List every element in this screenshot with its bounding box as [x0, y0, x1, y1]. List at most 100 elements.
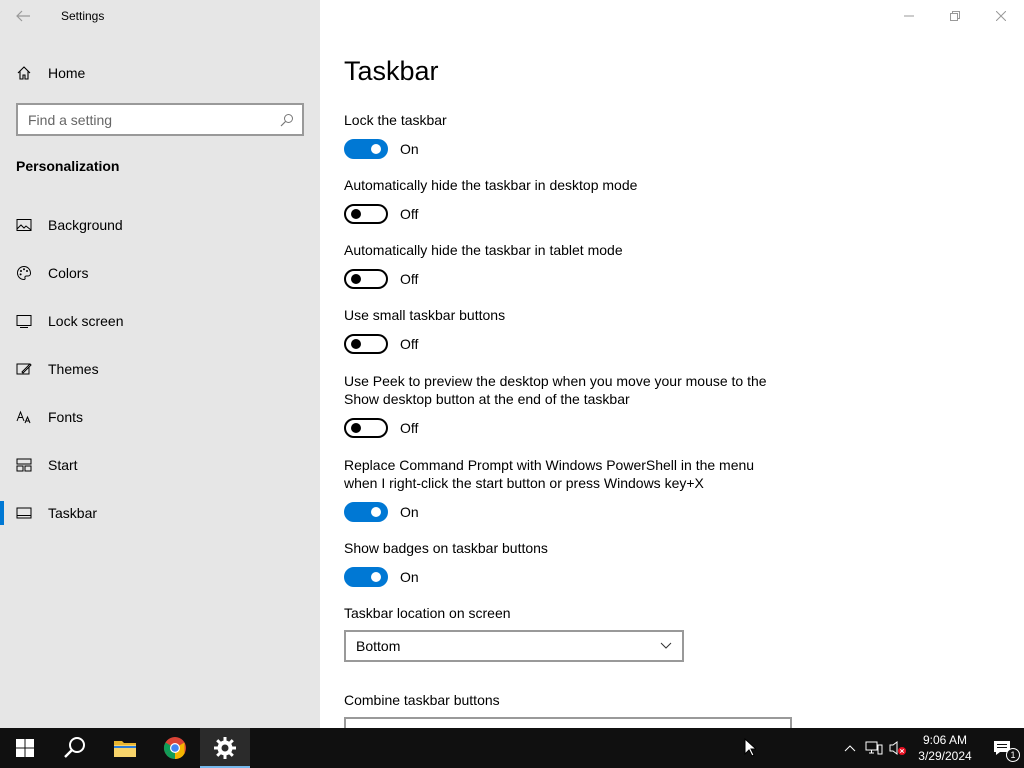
folder-icon — [114, 741, 136, 757]
autohide-desktop-toggle[interactable] — [344, 204, 388, 224]
toggle-state: On — [400, 504, 419, 520]
setting-label: Automatically hide the taskbar in deskto… — [344, 177, 638, 193]
search-input[interactable]: Find a setting — [28, 112, 280, 128]
start-button[interactable] — [0, 728, 50, 768]
home-icon — [0, 65, 48, 81]
chevron-up-icon — [844, 745, 856, 752]
setting-small-buttons: Use small taskbar buttons Off — [344, 306, 784, 354]
sidebar-item-start[interactable]: Start — [0, 441, 320, 489]
sidebar-item-fonts[interactable]: Fonts — [0, 393, 320, 441]
setting-label: Use Peek to preview the desktop when you… — [344, 373, 767, 407]
dropdown-value: Bottom — [356, 638, 401, 654]
window-controls — [886, 0, 1024, 32]
network-icon — [865, 741, 883, 755]
back-arrow-icon — [16, 10, 30, 22]
taskbar: 9:06 AM 3/29/2024 1 — [0, 728, 1024, 768]
setting-label: Automatically hide the taskbar in tablet… — [344, 242, 623, 258]
nav-home[interactable]: Home — [0, 57, 320, 89]
app-title: Settings — [61, 9, 105, 23]
setting-label: Lock the taskbar — [344, 112, 447, 128]
main-content: Taskbar Lock the taskbar On Automaticall… — [320, 0, 1024, 728]
sidebar-item-label: Themes — [48, 361, 99, 377]
minimize-button[interactable] — [886, 0, 932, 32]
clock[interactable]: 9:06 AM 3/29/2024 — [910, 732, 980, 764]
toggle-state: On — [400, 141, 419, 157]
sidebar-item-label: Lock screen — [48, 313, 124, 329]
close-button[interactable] — [978, 0, 1024, 32]
setting-lock-taskbar: Lock the taskbar On — [344, 111, 784, 159]
settings-taskbar-button[interactable] — [200, 728, 250, 768]
badges-toggle[interactable] — [344, 567, 388, 587]
notification-badge: 1 — [1006, 748, 1020, 762]
sidebar-item-label: Fonts — [48, 409, 84, 425]
autohide-tablet-toggle[interactable] — [344, 269, 388, 289]
clock-date: 3/29/2024 — [918, 749, 972, 763]
system-tray: 9:06 AM 3/29/2024 1 — [838, 728, 1024, 768]
volume-button[interactable] — [886, 728, 910, 768]
nav-list: Background Colors Lock screen Themes Fon… — [0, 201, 320, 537]
setting-badges: Show badges on taskbar buttons On — [344, 539, 784, 587]
toggle-state: Off — [400, 336, 419, 352]
sidebar-item-lock-screen[interactable]: Lock screen — [0, 297, 320, 345]
peek-toggle[interactable] — [344, 418, 388, 438]
search-box[interactable]: Find a setting — [16, 103, 304, 136]
toggle-state: Off — [400, 271, 419, 287]
sidebar-item-label: Start — [48, 457, 78, 473]
sidebar-item-background[interactable]: Background — [0, 201, 320, 249]
chrome-button[interactable] — [150, 728, 200, 768]
small-buttons-toggle[interactable] — [344, 334, 388, 354]
powershell-toggle[interactable] — [344, 502, 388, 522]
setting-label: Use small taskbar buttons — [344, 307, 506, 323]
toggle-state: On — [400, 569, 419, 585]
windows-logo-icon — [16, 739, 34, 757]
setting-autohide-desktop: Automatically hide the taskbar in deskto… — [344, 176, 784, 224]
page-title: Taskbar — [344, 56, 439, 86]
location-dropdown[interactable]: Bottom — [344, 630, 684, 662]
setting-peek: Use Peek to preview the desktop when you… — [344, 372, 774, 438]
setting-label: Taskbar location on screen — [344, 605, 511, 621]
sidebar-item-label: Background — [48, 217, 123, 233]
image-icon — [0, 217, 48, 233]
setting-location: Taskbar location on screen Bottom — [344, 604, 784, 662]
close-icon — [996, 11, 1006, 21]
setting-label: Combine taskbar buttons — [344, 692, 500, 708]
search-icon — [280, 113, 293, 126]
setting-label: Show badges on taskbar buttons — [344, 540, 548, 556]
title-bar: Settings — [0, 0, 320, 32]
palette-icon — [0, 265, 48, 281]
volume-muted-icon — [889, 741, 906, 755]
lock-screen-icon — [0, 313, 48, 329]
sidebar-item-colors[interactable]: Colors — [0, 249, 320, 297]
setting-label: Replace Command Prompt with Windows Powe… — [344, 457, 755, 491]
section-title: Personalization — [16, 158, 120, 174]
toggle-state: Off — [400, 420, 419, 436]
start-grid-icon — [0, 457, 48, 473]
gear-icon — [214, 737, 236, 759]
sidebar-item-label: Taskbar — [48, 505, 98, 521]
chrome-icon — [164, 737, 186, 759]
chevron-down-icon — [660, 642, 672, 649]
show-hidden-icons-button[interactable] — [838, 728, 862, 768]
sidebar-item-label: Colors — [48, 265, 89, 281]
restore-button[interactable] — [932, 0, 978, 32]
setting-combine: Combine taskbar buttons — [344, 691, 792, 728]
sidebar: Settings Home Find a setting Personaliza… — [0, 0, 320, 728]
mouse-cursor-icon — [744, 738, 756, 757]
search-taskbar-button[interactable] — [50, 728, 100, 768]
file-explorer-button[interactable] — [100, 728, 150, 768]
lock-taskbar-toggle[interactable] — [344, 139, 388, 159]
back-button[interactable] — [0, 0, 46, 32]
combine-dropdown[interactable] — [344, 717, 792, 728]
network-button[interactable] — [862, 728, 886, 768]
restore-icon — [950, 11, 960, 21]
sidebar-item-taskbar[interactable]: Taskbar — [0, 489, 320, 537]
minimize-icon — [904, 15, 914, 17]
clock-time: 9:06 AM — [922, 733, 968, 747]
setting-powershell: Replace Command Prompt with Windows Powe… — [344, 456, 764, 522]
action-center-button[interactable]: 1 — [980, 728, 1024, 768]
brush-icon — [0, 361, 48, 377]
search-icon — [64, 737, 85, 758]
sidebar-item-themes[interactable]: Themes — [0, 345, 320, 393]
taskbar-icon — [0, 505, 48, 521]
setting-autohide-tablet: Automatically hide the taskbar in tablet… — [344, 241, 784, 289]
